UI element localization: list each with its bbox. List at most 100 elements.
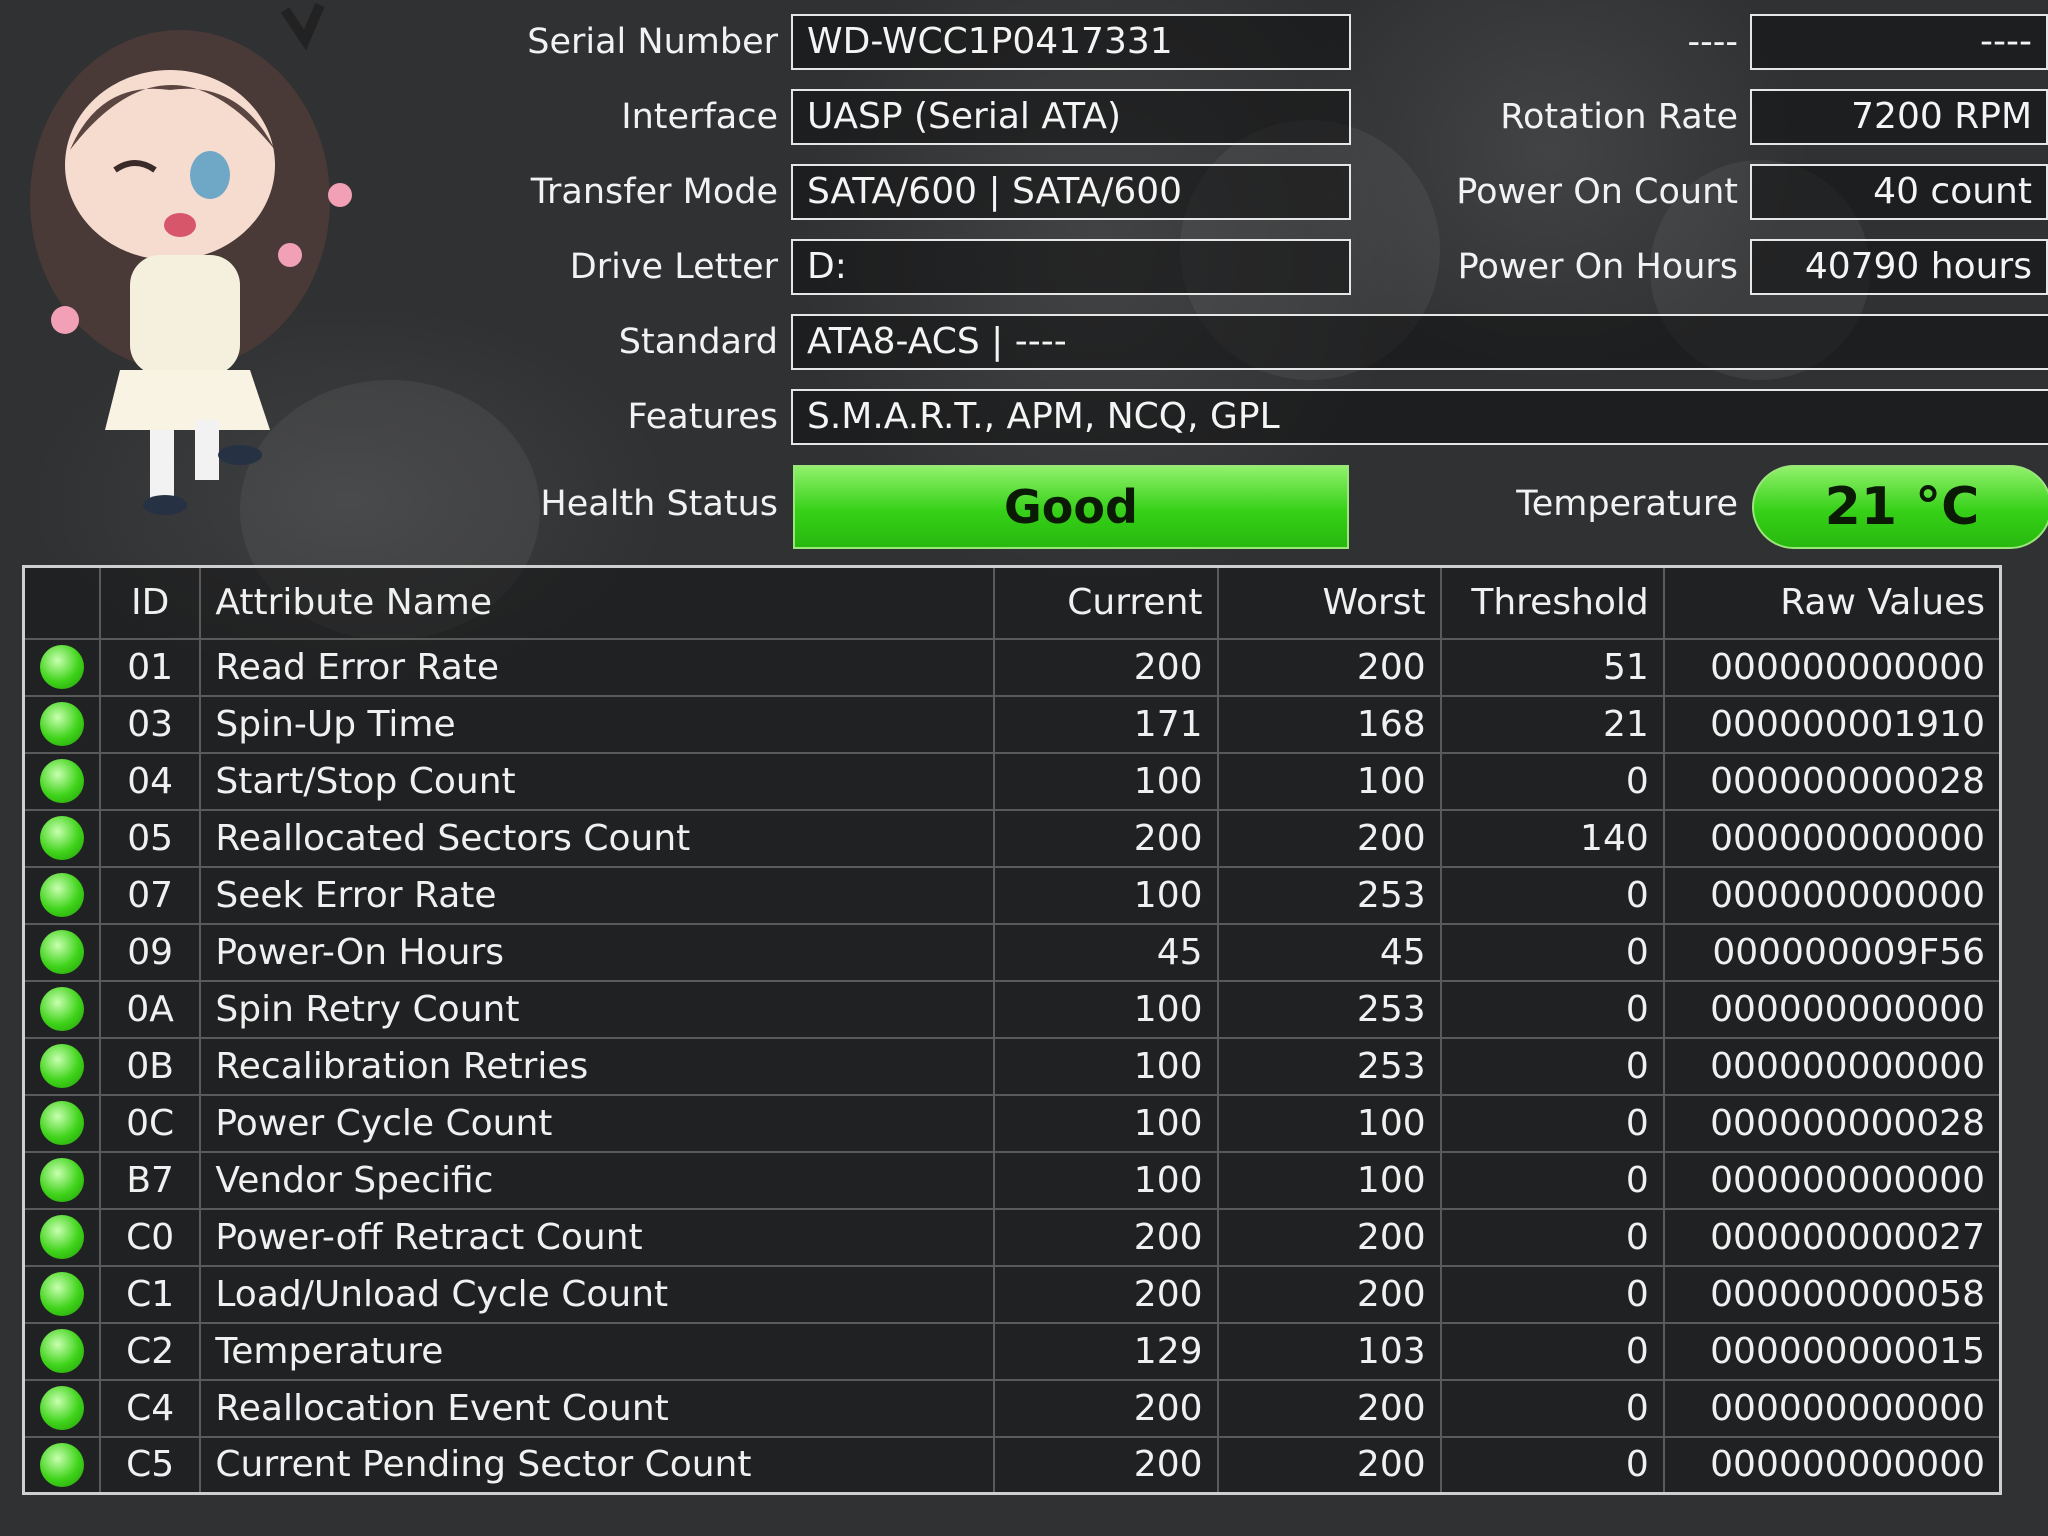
cell-current: 129 bbox=[993, 1321, 1219, 1381]
cell-raw-value: 000000000000 bbox=[1662, 865, 2002, 925]
table-row[interactable]: C5 Current Pending Sector Count 200 200 0 000… bbox=[22, 1435, 2002, 1495]
cell-worst: 168 bbox=[1216, 694, 1442, 754]
cell-id: C2 bbox=[98, 1321, 202, 1381]
cell-raw-value: 000000000000 bbox=[1662, 1435, 2002, 1495]
cell-raw-value: 000000000000 bbox=[1662, 808, 2002, 868]
table-row[interactable]: B7 Vendor Specific 100 100 0 000000000000 bbox=[22, 1150, 2002, 1210]
cell-raw-value: 000000000028 bbox=[1662, 751, 2002, 811]
cell-raw-value: 000000000058 bbox=[1662, 1264, 2002, 1324]
cell-id: 0B bbox=[98, 1036, 202, 1096]
status-cell bbox=[22, 1036, 101, 1096]
table-row[interactable]: 0B Recalibration Retries 100 253 0 0000000000… bbox=[22, 1036, 2002, 1096]
cell-raw-value: 000000000028 bbox=[1662, 1093, 2002, 1153]
table-row[interactable]: 0A Spin Retry Count 100 253 0 000000000000 bbox=[22, 979, 2002, 1039]
column-header-status[interactable] bbox=[22, 565, 101, 640]
unknown-field: ---- bbox=[1750, 14, 2048, 70]
cell-attribute-name: Load/Unload Cycle Count bbox=[199, 1264, 996, 1324]
mascot-illustration bbox=[30, 3, 352, 515]
cell-threshold: 0 bbox=[1439, 1093, 1665, 1153]
cell-worst: 253 bbox=[1216, 1036, 1442, 1096]
cell-attribute-name: Read Error Rate bbox=[199, 637, 996, 697]
status-good-icon bbox=[39, 987, 84, 1031]
table-row[interactable]: C0 Power-off Retract Count 200 200 0 00000000… bbox=[22, 1207, 2002, 1267]
cell-id: C1 bbox=[98, 1264, 202, 1324]
cell-attribute-name: Power-On Hours bbox=[199, 922, 996, 982]
status-good-icon bbox=[39, 816, 84, 860]
status-cell bbox=[22, 1150, 101, 1210]
cell-id: C4 bbox=[98, 1378, 202, 1438]
column-header-id[interactable]: ID bbox=[98, 565, 202, 640]
serial-number-field: WD-WCC1P0417331 bbox=[791, 14, 1351, 70]
cell-threshold: 0 bbox=[1439, 1321, 1665, 1381]
table-header-row: ID Attribute Name Current Worst Threshol… bbox=[22, 565, 2002, 640]
cell-attribute-name: Vendor Specific bbox=[199, 1150, 996, 1210]
cell-attribute-name: Reallocation Event Count bbox=[199, 1378, 996, 1438]
cell-raw-value: 000000000000 bbox=[1662, 637, 2002, 697]
power-on-hours-field: 40790 hours bbox=[1750, 239, 2048, 295]
transfer-mode-label: Transfer Mode bbox=[530, 172, 778, 212]
rotation-rate-label: Rotation Rate bbox=[1500, 97, 1738, 137]
column-header-current[interactable]: Current bbox=[993, 565, 1219, 640]
cell-threshold: 0 bbox=[1439, 865, 1665, 925]
cell-current: 200 bbox=[993, 1264, 1219, 1324]
cell-worst: 200 bbox=[1216, 808, 1442, 868]
cell-raw-value: 000000000000 bbox=[1662, 979, 2002, 1039]
status-cell bbox=[22, 1378, 101, 1438]
features-field: S.M.A.R.T., APM, NCQ, GPL bbox=[791, 389, 2048, 445]
cell-raw-value: 000000000027 bbox=[1662, 1207, 2002, 1267]
cell-threshold: 0 bbox=[1439, 979, 1665, 1039]
table-row[interactable]: 0C Power Cycle Count 100 100 0 000000000028 bbox=[22, 1093, 2002, 1153]
health-status-label: Health Status bbox=[540, 484, 778, 524]
cell-id: C5 bbox=[98, 1435, 202, 1495]
cell-raw-value: 000000000000 bbox=[1662, 1378, 2002, 1438]
serial-number-label: Serial Number bbox=[527, 22, 778, 62]
table-row[interactable]: 05 Reallocated Sectors Count 200 200 140 0000… bbox=[22, 808, 2002, 868]
cell-worst: 200 bbox=[1216, 1435, 1442, 1495]
status-good-icon bbox=[39, 702, 84, 746]
temperature-badge[interactable]: 21 °C bbox=[1752, 465, 2048, 549]
cell-attribute-name: Start/Stop Count bbox=[199, 751, 996, 811]
table-row[interactable]: 03 Spin-Up Time 171 168 21 000000001910 bbox=[22, 694, 2002, 754]
health-status-badge[interactable]: Good bbox=[793, 465, 1349, 549]
status-good-icon bbox=[39, 1442, 84, 1487]
cell-id: C0 bbox=[98, 1207, 202, 1267]
cell-threshold: 0 bbox=[1439, 1150, 1665, 1210]
status-cell bbox=[22, 1264, 101, 1324]
cell-threshold: 51 bbox=[1439, 637, 1665, 697]
power-on-count-label: Power On Count bbox=[1456, 172, 1738, 212]
cell-raw-value: 000000000000 bbox=[1662, 1036, 2002, 1096]
table-row[interactable]: 01 Read Error Rate 200 200 51 000000000000 bbox=[22, 637, 2002, 697]
cell-worst: 103 bbox=[1216, 1321, 1442, 1381]
cell-current: 100 bbox=[993, 751, 1219, 811]
cell-attribute-name: Current Pending Sector Count bbox=[199, 1435, 996, 1495]
status-good-icon bbox=[39, 1158, 84, 1202]
status-good-icon bbox=[39, 1272, 84, 1316]
temperature-label: Temperature bbox=[1516, 484, 1738, 524]
cell-id: 0A bbox=[98, 979, 202, 1039]
cell-current: 100 bbox=[993, 1093, 1219, 1153]
column-header-threshold[interactable]: Threshold bbox=[1439, 565, 1665, 640]
column-header-worst[interactable]: Worst bbox=[1216, 565, 1442, 640]
cell-current: 100 bbox=[993, 979, 1219, 1039]
cell-threshold: 0 bbox=[1439, 1378, 1665, 1438]
status-cell bbox=[22, 694, 101, 754]
status-cell bbox=[22, 1321, 101, 1381]
table-row[interactable]: C4 Reallocation Event Count 200 200 0 0000000… bbox=[22, 1378, 2002, 1438]
table-row[interactable]: 09 Power-On Hours 45 45 0 000000009F56 bbox=[22, 922, 2002, 982]
table-row[interactable]: C2 Temperature 129 103 0 000000000015 bbox=[22, 1321, 2002, 1381]
table-body: 01 Read Error Rate 200 200 51 000000000000 03 S… bbox=[22, 637, 2002, 1495]
status-cell bbox=[22, 637, 101, 697]
table-row[interactable]: C1 Load/Unload Cycle Count 200 200 0 00000000… bbox=[22, 1264, 2002, 1324]
cell-threshold: 0 bbox=[1439, 1264, 1665, 1324]
cell-attribute-name: Spin-Up Time bbox=[199, 694, 996, 754]
cell-raw-value: 000000001910 bbox=[1662, 694, 2002, 754]
cell-current: 200 bbox=[993, 1378, 1219, 1438]
table-row[interactable]: 04 Start/Stop Count 100 100 0 000000000028 bbox=[22, 751, 2002, 811]
column-header-raw-values[interactable]: Raw Values bbox=[1662, 565, 2002, 640]
smart-attributes-table: ID Attribute Name Current Worst Threshol… bbox=[22, 565, 2002, 1495]
column-header-attribute-name[interactable]: Attribute Name bbox=[199, 565, 996, 640]
status-good-icon bbox=[39, 1329, 84, 1373]
table-row[interactable]: 07 Seek Error Rate 100 253 0 000000000000 bbox=[22, 865, 2002, 925]
cell-id: 05 bbox=[98, 808, 202, 868]
cell-threshold: 21 bbox=[1439, 694, 1665, 754]
